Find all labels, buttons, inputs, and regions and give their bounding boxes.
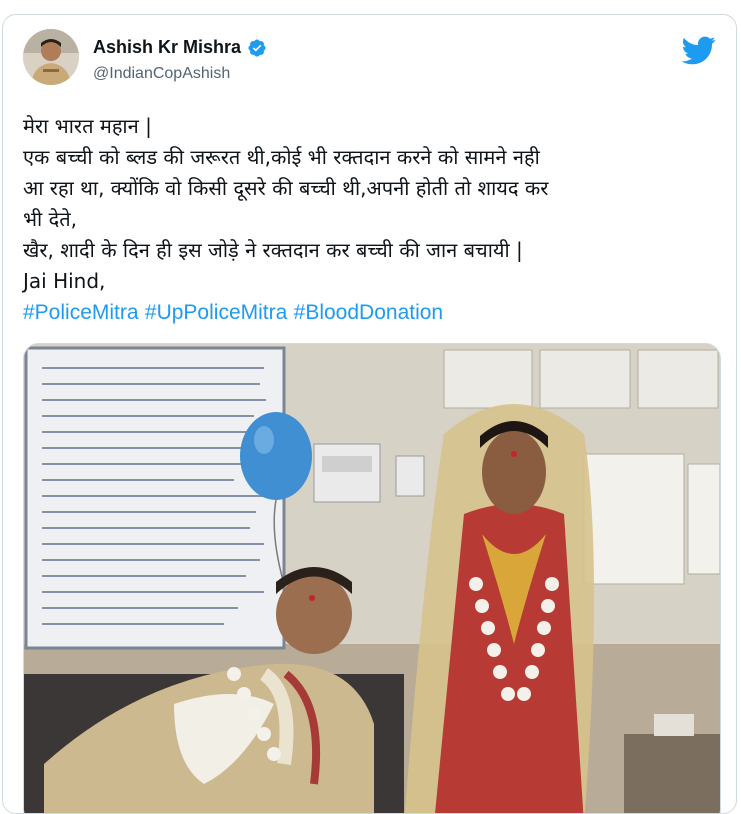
tweet-media-photo[interactable]	[23, 343, 721, 813]
tweet-line: एक बच्ची को ब्लड की जरूरत थी,कोई भी रक्त…	[23, 145, 540, 169]
tweet-text: मेरा भारत महान | एक बच्ची को ब्लड की जरू…	[23, 111, 723, 328]
photo-wedding-couple-blood-donation	[24, 344, 720, 813]
tweet-line: भी देते,	[23, 207, 77, 231]
verified-badge-icon	[248, 38, 266, 57]
author-name-row[interactable]: Ashish Kr Mishra	[93, 37, 267, 58]
author-avatar[interactable]	[23, 29, 79, 85]
hashtag-link[interactable]: #BloodDonation	[294, 301, 443, 324]
tweet-line: मेरा भारत महान |	[23, 114, 152, 138]
author-handle[interactable]: @IndianCopAshish	[93, 65, 230, 83]
tweet-line: Jai Hind,	[23, 269, 106, 293]
tweet-card: Ashish Kr Mishra @IndianCopAshish मेरा भ…	[2, 14, 737, 814]
author-display-name[interactable]: Ashish Kr Mishra	[93, 37, 241, 58]
tweet-line: खैर, शादी के दिन ही इस जोड़े ने रक्तदान …	[23, 238, 523, 262]
hashtag-link[interactable]: #UpPoliceMitra	[145, 301, 287, 324]
tweet-line: आ रहा था, क्योंकि वो किसी दूसरे की बच्ची…	[23, 176, 549, 200]
hashtag-row: #PoliceMitra #UpPoliceMitra #BloodDonati…	[23, 297, 723, 328]
twitter-bird-icon[interactable]	[681, 33, 716, 67]
avatar-photo	[23, 29, 79, 85]
hashtag-link[interactable]: #PoliceMitra	[23, 301, 139, 324]
